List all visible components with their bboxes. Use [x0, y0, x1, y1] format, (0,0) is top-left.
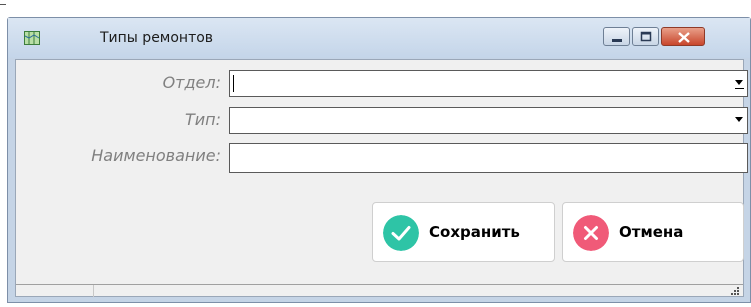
cancel-button-label: Отмена — [619, 223, 684, 241]
status-separator — [93, 285, 94, 297]
dialog-window: Типы ремонтов Отдел: Тип: Наименование: … — [7, 17, 751, 303]
maximize-button[interactable] — [632, 27, 659, 46]
window-edge-mark — [0, 4, 6, 5]
cross-icon — [573, 215, 609, 251]
text-caret — [233, 75, 234, 92]
maximize-icon — [640, 31, 652, 42]
window-title: Типы ремонтов — [100, 30, 214, 46]
department-select[interactable] — [229, 70, 748, 97]
cancel-button[interactable]: Отмена — [562, 202, 744, 262]
minimize-icon — [612, 39, 622, 42]
department-label: Отдел: — [162, 73, 221, 92]
close-button[interactable] — [661, 27, 705, 46]
chevron-down-icon[interactable] — [735, 80, 743, 85]
type-select[interactable] — [229, 107, 748, 134]
save-button[interactable]: Сохранить — [372, 202, 555, 262]
dropdown-underline — [735, 88, 744, 89]
document-map-icon — [24, 31, 40, 45]
name-label: Наименование: — [91, 146, 221, 165]
chevron-down-icon[interactable] — [735, 117, 743, 122]
status-bar — [16, 284, 743, 297]
minimize-button[interactable] — [603, 27, 630, 46]
save-button-label: Сохранить — [429, 223, 520, 241]
type-label: Тип: — [184, 110, 221, 129]
name-input[interactable] — [229, 143, 748, 173]
check-icon — [383, 215, 419, 251]
resize-grip-icon[interactable] — [730, 286, 740, 296]
title-bar[interactable]: Типы ремонтов — [8, 18, 750, 58]
close-icon — [678, 32, 690, 43]
